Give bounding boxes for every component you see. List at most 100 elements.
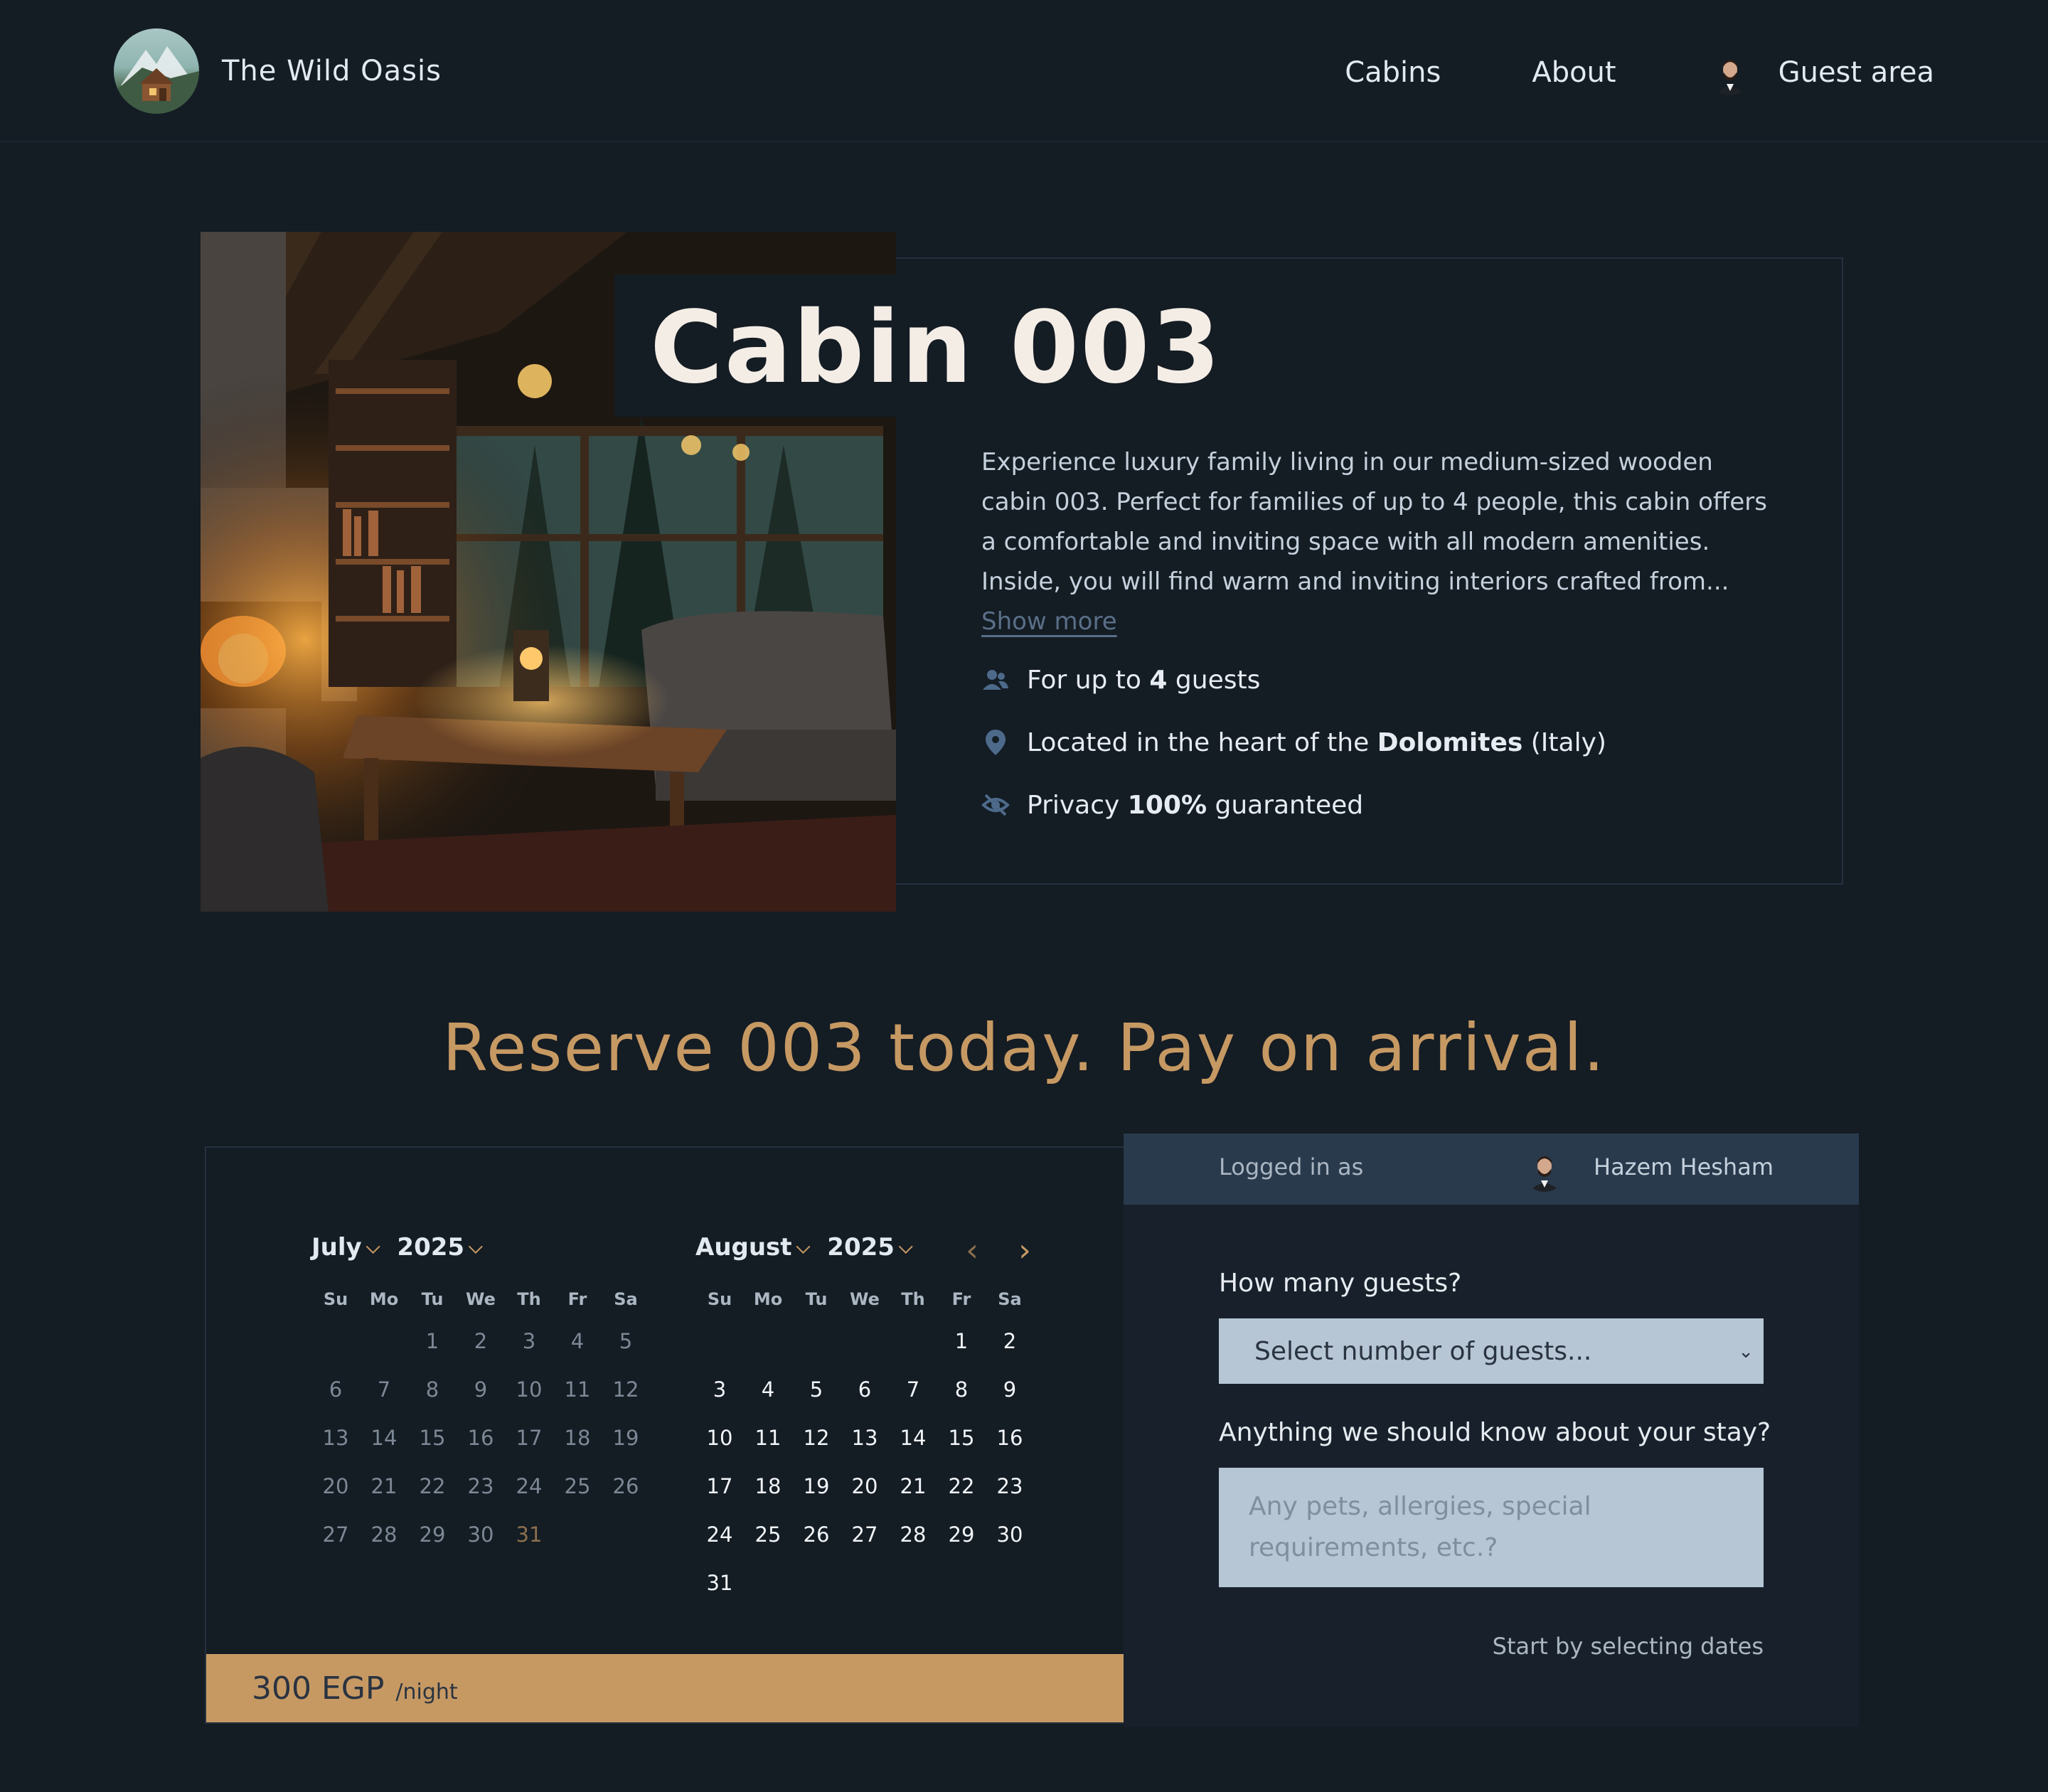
calendar-day[interactable]: 14 — [889, 1426, 937, 1450]
calendar-day[interactable]: 27 — [841, 1522, 889, 1547]
year-select[interactable]: 2025 — [827, 1233, 895, 1262]
show-more-link[interactable]: Show more — [981, 607, 1117, 636]
calendar-day[interactable]: 31 — [695, 1571, 744, 1595]
nav-about-link[interactable]: About — [1532, 56, 1616, 89]
calendar-week: 6 7 8 9 10 11 12 — [311, 1365, 650, 1414]
calendar-day: 18 — [564, 1426, 591, 1450]
weekday-label: Fr — [567, 1289, 587, 1309]
feature-location: Located in the heart of the Dolomites (I… — [981, 724, 1606, 761]
eye-slash-icon — [981, 794, 1010, 816]
calendar-day[interactable]: 8 — [937, 1377, 986, 1402]
site-header: The Wild Oasis Cabins About Guest area — [0, 0, 2048, 142]
guest-area-label: Guest area — [1778, 56, 1934, 89]
calendar-day[interactable]: 29 — [937, 1522, 986, 1547]
calendar-day[interactable]: 4 — [744, 1377, 792, 1402]
calendar-week: 20 21 22 23 24 25 26 — [311, 1462, 650, 1510]
chevron-down-icon: ⌵ — [898, 1236, 913, 1258]
calendar-day[interactable]: 11 — [744, 1426, 792, 1450]
date-picker-panel: July ⌵ 2025 ⌵ Su Mo Tu We Th Fr Sa 1 2 3 4 5 6 7 8 9 10… — [205, 1146, 1125, 1724]
chevron-down-icon: ⌄ — [1738, 1341, 1754, 1362]
calendar-day[interactable]: 24 — [695, 1522, 744, 1547]
calendar-day[interactable]: 16 — [986, 1426, 1034, 1450]
price-value: 300 EGP — [252, 1670, 385, 1707]
calendar-day: 30 — [467, 1522, 494, 1547]
users-icon — [983, 670, 1008, 690]
calendar-week: 12 — [695, 1317, 1034, 1365]
calendar-day: 10 — [516, 1377, 543, 1402]
price-bar: 300 EGP /night — [206, 1654, 1124, 1722]
user-avatar — [1707, 50, 1753, 95]
guests-select[interactable]: Select number of guests... ⌄ — [1219, 1318, 1764, 1384]
notes-label: Anything we should know about your stay? — [1219, 1418, 1771, 1447]
chevron-down-icon: ⌵ — [469, 1236, 483, 1258]
weekday-row: Su Mo Tu We Th Fr Sa — [311, 1281, 650, 1317]
calendar-day: 3 — [522, 1329, 536, 1353]
weekday-label: Tu — [421, 1289, 444, 1309]
calendar-day[interactable]: 22 — [937, 1474, 986, 1498]
calendar-day[interactable]: 7 — [889, 1377, 937, 1402]
weekday-label: Th — [517, 1289, 541, 1309]
weekday-label: Su — [323, 1289, 348, 1309]
calendar-week: 27 28 29 30 31 — [311, 1510, 650, 1559]
calendar-week: 3456789 — [695, 1365, 1034, 1414]
weekday-label: Sa — [614, 1289, 638, 1309]
calendar-day[interactable]: 25 — [744, 1522, 792, 1547]
weekday-label: Su — [707, 1289, 732, 1309]
weekday-label: Mo — [753, 1289, 783, 1309]
calendar-day[interactable]: 9 — [986, 1377, 1034, 1402]
month-navigation: ‹ › — [946, 1233, 1051, 1269]
nav-guest-area-link[interactable]: Guest area — [1707, 50, 1934, 95]
feature-guests: For up to 4 guests — [981, 661, 1606, 698]
calendar-day: 11 — [564, 1377, 591, 1402]
calendar-day[interactable]: 5 — [792, 1377, 841, 1402]
calendar-day[interactable]: 6 — [841, 1377, 889, 1402]
calendar-day[interactable]: 28 — [889, 1522, 937, 1547]
calendar-day[interactable]: 19 — [792, 1474, 841, 1498]
chevron-down-icon: ⌵ — [796, 1236, 811, 1258]
calendar-day[interactable]: 17 — [695, 1474, 744, 1498]
year-select[interactable]: 2025 — [397, 1233, 464, 1262]
calendar-day[interactable]: 23 — [986, 1474, 1034, 1498]
brand-logo-link[interactable]: The Wild Oasis — [114, 28, 442, 114]
calendar-week: 24 25 26 27 28 29 30 — [695, 1510, 1034, 1559]
calendar-day[interactable]: 21 — [889, 1474, 937, 1498]
calendar-day: 7 — [377, 1377, 391, 1402]
user-name: Hazem Hesham — [1594, 1153, 1774, 1180]
calendar-week: 10 11 12 13 14 15 16 — [695, 1414, 1034, 1462]
calendar-day: 24 — [516, 1474, 543, 1498]
calendar-day[interactable]: 12 — [792, 1426, 841, 1450]
weekday-label: Fr — [951, 1289, 971, 1309]
guests-select-value: Select number of guests... — [1254, 1336, 1592, 1366]
logged-in-bar: Logged in as Hazem Hesham — [1124, 1134, 1859, 1205]
calendar-day: 14 — [370, 1426, 398, 1450]
calendar-day[interactable]: 30 — [986, 1522, 1034, 1547]
feature-privacy-text: Privacy 100% guaranteed — [1027, 790, 1364, 820]
calendar-day[interactable]: 10 — [695, 1426, 744, 1450]
month-header: July ⌵ 2025 ⌵ — [311, 1226, 650, 1269]
brand-logo-icon — [114, 28, 199, 114]
calendar-day: 26 — [612, 1474, 639, 1498]
calendar-day[interactable]: 13 — [841, 1426, 889, 1450]
cabin-features: For up to 4 guests Located in the heart … — [981, 661, 1606, 849]
calendar-day[interactable]: 15 — [937, 1426, 986, 1450]
brand-name: The Wild Oasis — [222, 55, 442, 87]
chevron-right-icon[interactable]: › — [998, 1233, 1051, 1269]
calendar-week: 13 14 15 16 17 18 19 — [311, 1414, 650, 1462]
month-select[interactable]: August — [695, 1233, 792, 1262]
map-pin-icon — [986, 730, 1006, 755]
weekday-row: Su Mo Tu We Th Fr Sa — [695, 1281, 1034, 1317]
notes-textarea[interactable]: Any pets, allergies, special requirement… — [1219, 1468, 1764, 1587]
chevron-left-icon[interactable]: ‹ — [946, 1233, 998, 1269]
month-select[interactable]: July — [311, 1233, 362, 1262]
calendar-day[interactable]: 26 — [792, 1522, 841, 1547]
calendar-day[interactable]: 18 — [744, 1474, 792, 1498]
calendar-day[interactable]: 20 — [841, 1474, 889, 1498]
calendar-day[interactable]: 2 — [986, 1329, 1034, 1353]
calendar-week: 31 — [695, 1559, 1034, 1607]
nav-cabins-link[interactable]: Cabins — [1345, 56, 1441, 89]
calendar-day[interactable]: 3 — [695, 1377, 744, 1402]
calendar-day[interactable]: 1 — [937, 1329, 986, 1353]
chevron-down-icon: ⌵ — [366, 1236, 380, 1258]
feature-privacy: Privacy 100% guaranteed — [981, 786, 1606, 823]
calendar-day: 8 — [425, 1377, 439, 1402]
